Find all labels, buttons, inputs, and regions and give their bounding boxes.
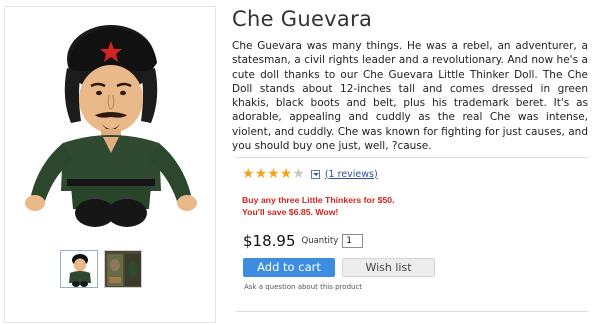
product-price: $18.95 bbox=[243, 232, 296, 250]
promo-text: Buy any three Little Thinkers for $50. Y… bbox=[242, 194, 395, 218]
packaging-thumbnail-image bbox=[105, 251, 141, 287]
divider bbox=[236, 157, 588, 158]
wish-list-button[interactable]: Wish list bbox=[342, 258, 435, 277]
ask-question-link[interactable]: Ask a question about this product bbox=[244, 283, 362, 291]
quantity-label: Quantity bbox=[301, 236, 339, 246]
rating-dropdown-icon[interactable] bbox=[310, 169, 320, 179]
product-description: Che Guevara was many things. He was a re… bbox=[232, 40, 588, 153]
star-icon[interactable]: ★ bbox=[255, 167, 268, 181]
product-info: Che Guevara Che Guevara was many things.… bbox=[232, 6, 588, 153]
quantity-input[interactable] bbox=[342, 234, 364, 248]
thumbnail-strip bbox=[60, 250, 142, 288]
product-title: Che Guevara bbox=[232, 7, 373, 31]
price-row: $18.95 Quantity bbox=[243, 232, 364, 250]
add-to-cart-button[interactable]: Add to cart bbox=[243, 258, 335, 277]
thumbnail-doll[interactable] bbox=[60, 250, 98, 288]
doll-thumbnail-image bbox=[61, 251, 97, 287]
rating-row: ★ ★ ★ ★ ★ (1 reviews) bbox=[242, 167, 378, 181]
product-main-image[interactable] bbox=[11, 13, 211, 235]
promo-line-1: Buy any three Little Thinkers for $50. bbox=[242, 195, 395, 205]
thumbnail-packaging[interactable] bbox=[104, 250, 142, 288]
star-icon[interactable]: ★ bbox=[292, 167, 305, 181]
product-image-panel bbox=[4, 6, 216, 323]
reviews-link[interactable]: (1 reviews) bbox=[325, 169, 378, 180]
promo-line-2: You'll save $6.85. Wow! bbox=[242, 207, 339, 217]
star-icon[interactable]: ★ bbox=[242, 167, 255, 181]
star-icon[interactable]: ★ bbox=[280, 167, 293, 181]
star-icon[interactable]: ★ bbox=[267, 167, 280, 181]
bottom-divider bbox=[236, 311, 588, 312]
